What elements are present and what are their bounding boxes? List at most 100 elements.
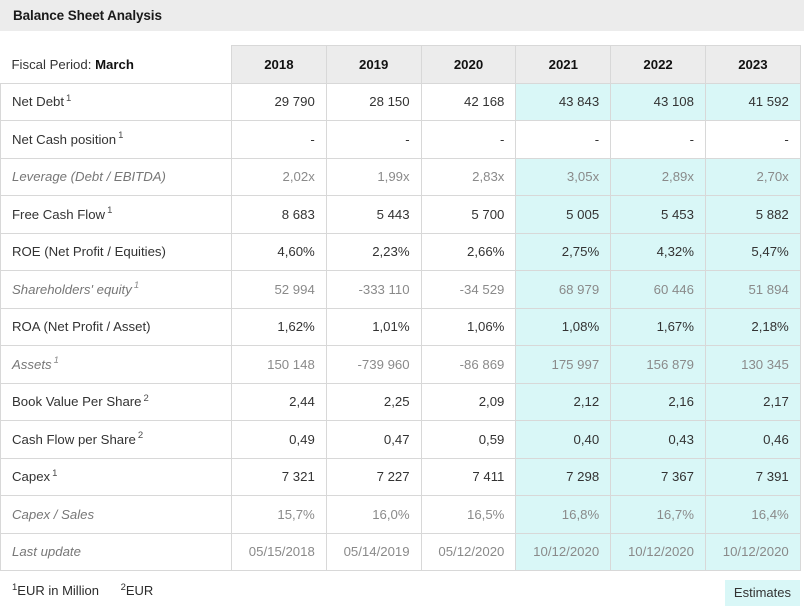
row-label: Net Cash position1 — [1, 121, 232, 159]
table-cell-2023: 130 345 — [705, 346, 800, 384]
column-header-2020: 2020 — [421, 46, 516, 84]
table-cell-2023: 41 592 — [705, 83, 800, 121]
row-label-text: Free Cash Flow — [12, 207, 105, 222]
table-cell-2023: 7 391 — [705, 458, 800, 496]
table-cell-2018: 05/15/2018 — [232, 533, 327, 571]
table-cell-2021: 2,75% — [516, 233, 611, 271]
footnote-2: 2EUR — [119, 583, 154, 598]
row-label-footnote-marker: 1 — [105, 205, 112, 216]
table-cell-2023: 51 894 — [705, 271, 800, 309]
table-cell-2021: - — [516, 121, 611, 159]
row-label: Free Cash Flow1 — [1, 196, 232, 234]
fiscal-period-cell: Fiscal Period: March — [1, 46, 232, 84]
table-cell-2019: 28 150 — [326, 83, 421, 121]
table-cell-2020: 5 700 — [421, 196, 516, 234]
table-cell-2018: - — [232, 121, 327, 159]
table-cell-2022: 7 367 — [611, 458, 706, 496]
table-cell-2020: 0,59 — [421, 421, 516, 459]
table-cell-2019: - — [326, 121, 421, 159]
table-cell-2018: 2,44 — [232, 383, 327, 421]
table-row: Free Cash Flow18 6835 4435 7005 0055 453… — [1, 196, 801, 234]
table-row: Capex17 3217 2277 4117 2987 3677 391 — [1, 458, 801, 496]
table-cell-2018: 1,62% — [232, 308, 327, 346]
estimates-legend: Estimates — [725, 580, 800, 606]
table-row: ROA (Net Profit / Asset)1,62%1,01%1,06%1… — [1, 308, 801, 346]
table-cell-2023: 0,46 — [705, 421, 800, 459]
row-label-text: Last update — [12, 544, 81, 559]
table-body: Net Debt129 79028 15042 16843 84343 1084… — [1, 83, 801, 571]
table-row: Net Debt129 79028 15042 16843 84343 1084… — [1, 83, 801, 121]
row-label-text: Net Debt — [12, 94, 64, 109]
table-cell-2022: 10/12/2020 — [611, 533, 706, 571]
table-cell-2020: -86 869 — [421, 346, 516, 384]
table-cell-2018: 52 994 — [232, 271, 327, 309]
row-label: Leverage (Debt / EBITDA) — [1, 158, 232, 196]
table-cell-2021: 10/12/2020 — [516, 533, 611, 571]
row-label-text: Assets — [12, 357, 52, 372]
table-cell-2018: 4,60% — [232, 233, 327, 271]
row-label: Shareholders' equity1 — [1, 271, 232, 309]
table-row: Book Value Per Share22,442,252,092,122,1… — [1, 383, 801, 421]
table-cell-2018: 7 321 — [232, 458, 327, 496]
column-header-2021: 2021 — [516, 46, 611, 84]
table-cell-2018: 8 683 — [232, 196, 327, 234]
table-cell-2022: 0,43 — [611, 421, 706, 459]
table-cell-2019: 1,99x — [326, 158, 421, 196]
table-cell-2018: 150 148 — [232, 346, 327, 384]
column-header-2023: 2023 — [705, 46, 800, 84]
table-cell-2019: 0,47 — [326, 421, 421, 459]
table-cell-2022: 4,32% — [611, 233, 706, 271]
row-label-footnote-marker: 1 — [64, 93, 71, 104]
table-row: Capex / Sales15,7%16,0%16,5%16,8%16,7%16… — [1, 496, 801, 534]
table-cell-2019: -739 960 — [326, 346, 421, 384]
row-label: ROA (Net Profit / Asset) — [1, 308, 232, 346]
table-cell-2018: 2,02x — [232, 158, 327, 196]
column-header-2019: 2019 — [326, 46, 421, 84]
table-cell-2020: 2,09 — [421, 383, 516, 421]
table-head: Fiscal Period: March 2018201920202021202… — [1, 46, 801, 84]
row-label: ROE (Net Profit / Equities) — [1, 233, 232, 271]
table-cell-2023: 5,47% — [705, 233, 800, 271]
page-title: Balance Sheet Analysis — [13, 8, 162, 23]
table-row: Shareholders' equity152 994-333 110-34 5… — [1, 271, 801, 309]
table-cell-2022: 60 446 — [611, 271, 706, 309]
table-cell-2022: - — [611, 121, 706, 159]
table-cell-2022: 156 879 — [611, 346, 706, 384]
row-label-text: Net Cash position — [12, 132, 116, 147]
table-cell-2021: 43 843 — [516, 83, 611, 121]
table-footer: 1EUR in Million 2EUR Estimates — [0, 580, 800, 612]
table-cell-2020: 05/12/2020 — [421, 533, 516, 571]
table-cell-2020: 2,83x — [421, 158, 516, 196]
row-label-text: Shareholders' equity — [12, 282, 132, 297]
table-cell-2020: - — [421, 121, 516, 159]
row-label-text: Book Value Per Share — [12, 394, 142, 409]
row-label-text: ROE (Net Profit / Equities) — [12, 244, 166, 259]
table-cell-2023: - — [705, 121, 800, 159]
balance-sheet-table: Fiscal Period: March 2018201920202021202… — [0, 45, 801, 571]
table-cell-2023: 10/12/2020 — [705, 533, 800, 571]
table-cell-2020: 2,66% — [421, 233, 516, 271]
table-cell-2021: 68 979 — [516, 271, 611, 309]
table-cell-2023: 5 882 — [705, 196, 800, 234]
balance-sheet-analysis-page: Balance Sheet Analysis Fiscal Period: Ma… — [0, 0, 804, 615]
row-label-footnote-marker: 2 — [136, 430, 143, 441]
column-header-2022: 2022 — [611, 46, 706, 84]
table-cell-2021: 0,40 — [516, 421, 611, 459]
row-label-text: Capex — [12, 469, 50, 484]
row-label: Cash Flow per Share2 — [1, 421, 232, 459]
fiscal-period-value: March — [95, 57, 134, 72]
footnote-1: 1EUR in Million — [10, 583, 99, 598]
table-cell-2023: 2,70x — [705, 158, 800, 196]
table-cell-2019: 5 443 — [326, 196, 421, 234]
row-label-text: ROA (Net Profit / Asset) — [12, 319, 151, 334]
table-cell-2019: -333 110 — [326, 271, 421, 309]
row-label: Capex1 — [1, 458, 232, 496]
table-header-row: Fiscal Period: March 2018201920202021202… — [1, 46, 801, 84]
table-cell-2019: 05/14/2019 — [326, 533, 421, 571]
row-label: Last update — [1, 533, 232, 571]
table-cell-2021: 3,05x — [516, 158, 611, 196]
row-label-text: Capex / Sales — [12, 507, 94, 522]
row-label-text: Cash Flow per Share — [12, 432, 136, 447]
table-cell-2022: 2,16 — [611, 383, 706, 421]
estimates-legend-label: Estimates — [734, 585, 791, 600]
